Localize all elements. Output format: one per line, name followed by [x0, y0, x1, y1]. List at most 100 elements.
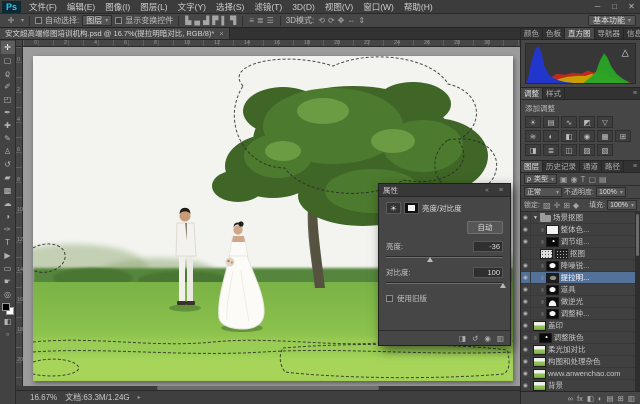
layer-row[interactable]: ◉∞调节组...	[521, 236, 640, 248]
layer-visibility-toggle[interactable]: ◉	[521, 320, 531, 331]
layer-effects-icon[interactable]: fx	[577, 394, 583, 403]
3d-rotate-icon[interactable]: ⟲	[317, 16, 326, 25]
opacity-dropdown[interactable]: 100%▾	[596, 187, 626, 197]
layer-visibility-toggle[interactable]: ◉	[521, 272, 531, 283]
adj-posterize-icon[interactable]: ≣	[543, 144, 559, 156]
shape-tool[interactable]: ▭	[1, 262, 15, 275]
layer-row[interactable]: ◉∞调整肤色	[521, 332, 640, 344]
auto-select-target-dropdown[interactable]: 图层▾	[82, 15, 112, 26]
collapse-icon[interactable]: «	[482, 187, 492, 194]
layer-visibility-toggle[interactable]: ◉	[521, 224, 531, 235]
layer-row[interactable]: ◉www.anwenchao.com	[521, 368, 640, 380]
layer-thumbnail[interactable]	[546, 297, 559, 307]
layer-row[interactable]: ◉∞调整种...	[521, 308, 640, 320]
layer-row[interactable]: ◉∞降噪锐...	[521, 260, 640, 272]
minimize-button[interactable]: ─	[589, 0, 606, 14]
panel-menu-icon[interactable]: ≡	[630, 88, 640, 99]
distribute-middle-icon[interactable]: ≣	[256, 16, 265, 25]
adj-threshold-icon[interactable]: ◫	[561, 144, 577, 156]
adj-vibrance-icon[interactable]: ▽	[597, 116, 613, 128]
slider-thumb[interactable]	[500, 283, 506, 288]
properties-panel[interactable]: 属性 « ≡ ☀ 亮度/对比度 自动 亮度:-36对比度:100 使用旧版 ◨↺…	[378, 183, 511, 346]
layer-thumbnail[interactable]	[555, 249, 568, 259]
screen-mode-button[interactable]: ▫	[1, 328, 15, 341]
panel-menu-icon[interactable]: ≡	[496, 187, 506, 194]
tab-颜色[interactable]: 颜色	[521, 28, 543, 39]
layer-thumbnail[interactable]	[546, 273, 559, 283]
zoom-level[interactable]: 16.67%	[30, 393, 57, 402]
slider-value-input[interactable]: -36	[473, 241, 503, 252]
layer-row[interactable]: ◉∞提拉明...	[521, 272, 640, 284]
eyedropper-tool[interactable]: ✒	[1, 106, 15, 119]
link-layers-icon[interactable]: ∞	[568, 394, 573, 403]
zoom-tool[interactable]: ◎	[1, 288, 15, 301]
clip-to-layer-icon[interactable]: ◨	[459, 334, 466, 343]
panel-menu-icon[interactable]: ≡	[630, 161, 640, 172]
layers-scrollbar[interactable]	[635, 212, 640, 391]
menu-item-5[interactable]: 选择(S)	[211, 0, 249, 14]
menu-item-2[interactable]: 图像(I)	[100, 0, 135, 14]
close-icon[interactable]: ×	[219, 29, 223, 38]
menu-item-0[interactable]: 文件(F)	[24, 0, 62, 14]
adj-black-white-icon[interactable]: ◧	[561, 130, 577, 142]
brush-tool[interactable]: ✎	[1, 132, 15, 145]
layer-row[interactable]: ◉▼场景抠图	[521, 212, 640, 224]
document-tab[interactable]: 安文超高端修图培训机构.psd @ 16.7%(提拉明暗对比, RGB/8)* …	[0, 28, 230, 39]
new-layer-icon[interactable]: ⊞	[618, 394, 624, 403]
layer-visibility-toggle[interactable]: ◉	[521, 260, 531, 271]
tool-preset-icon[interactable]: ✛	[4, 14, 18, 27]
new-group-icon[interactable]: ▤	[607, 394, 614, 403]
3d-scale-icon[interactable]: ⇕	[357, 16, 366, 25]
menu-item-9[interactable]: 窗口(W)	[358, 0, 399, 14]
lock-transparent-icon[interactable]: ▨	[542, 201, 552, 210]
tab-样式[interactable]: 样式	[543, 88, 565, 99]
history-brush-tool[interactable]: ↺	[1, 158, 15, 171]
layer-row[interactable]: ◉背景	[521, 380, 640, 391]
slider-track[interactable]	[386, 254, 503, 262]
menu-item-7[interactable]: 3D(D)	[287, 0, 320, 14]
filter-adjustment-layers-icon[interactable]: ◉	[570, 175, 579, 184]
layer-thumbnail[interactable]	[533, 345, 546, 355]
add-layer-mask-icon[interactable]: ◧	[587, 394, 594, 403]
dodge-tool[interactable]: ◑	[1, 210, 15, 223]
blur-tool[interactable]: ☁	[1, 197, 15, 210]
layer-row[interactable]: ◉∞整体色...	[521, 224, 640, 236]
menu-item-1[interactable]: 编辑(E)	[62, 0, 100, 14]
layer-thumbnail[interactable]	[546, 261, 559, 271]
layer-row[interactable]: ◉构图和处理杂色	[521, 356, 640, 368]
use-legacy-checkbox[interactable]	[386, 295, 393, 302]
adj-channel-mixer-icon[interactable]: ▦	[597, 130, 613, 142]
fill-dropdown[interactable]: 100%▾	[607, 200, 637, 210]
slider-value-input[interactable]: 100	[473, 267, 503, 278]
eraser-tool[interactable]: ▰	[1, 171, 15, 184]
filter-pixel-layers-icon[interactable]: ▣	[559, 175, 569, 184]
foreground-color-swatch[interactable]	[2, 303, 10, 311]
group-expander-icon[interactable]: ▼	[533, 215, 538, 221]
layer-thumbnail[interactable]	[533, 381, 546, 391]
ruler-origin[interactable]	[16, 40, 23, 47]
close-button[interactable]: ✕	[623, 0, 640, 14]
crop-tool[interactable]: ◰	[1, 93, 15, 106]
chevron-down-icon[interactable]: ▾	[21, 17, 24, 24]
auto-select-checkbox[interactable]	[35, 17, 42, 24]
layer-visibility-toggle[interactable]: ◉	[521, 344, 531, 355]
lock-position-icon[interactable]: ⊞	[562, 201, 571, 210]
align-bottom-icon[interactable]: ▜	[229, 16, 237, 25]
lock-pixels-icon[interactable]: ✛	[553, 201, 562, 210]
histogram[interactable]: △	[525, 43, 636, 84]
layer-row[interactable]: ◉∞做逆光	[521, 296, 640, 308]
align-top-icon[interactable]: ▛	[211, 16, 219, 25]
tab-路径[interactable]: 路径	[602, 161, 624, 172]
menu-item-6[interactable]: 滤镜(T)	[249, 0, 287, 14]
move-tool[interactable]: ✛	[1, 41, 15, 54]
tab-导航器[interactable]: 导航器	[595, 28, 625, 39]
adj-selective-color-icon[interactable]: ▧	[597, 144, 613, 156]
adj-levels-icon[interactable]: ▤	[543, 116, 559, 128]
adj-gradient-map-icon[interactable]: ▨	[579, 144, 595, 156]
show-transform-checkbox[interactable]	[115, 17, 122, 24]
distribute-bottom-icon[interactable]: ☰	[266, 16, 275, 25]
delete-layer-icon[interactable]: ▥	[628, 394, 635, 403]
layer-visibility-toggle[interactable]: ◉	[521, 212, 531, 223]
layer-thumbnail[interactable]	[546, 237, 559, 247]
path-selection-tool[interactable]: ▶	[1, 249, 15, 262]
